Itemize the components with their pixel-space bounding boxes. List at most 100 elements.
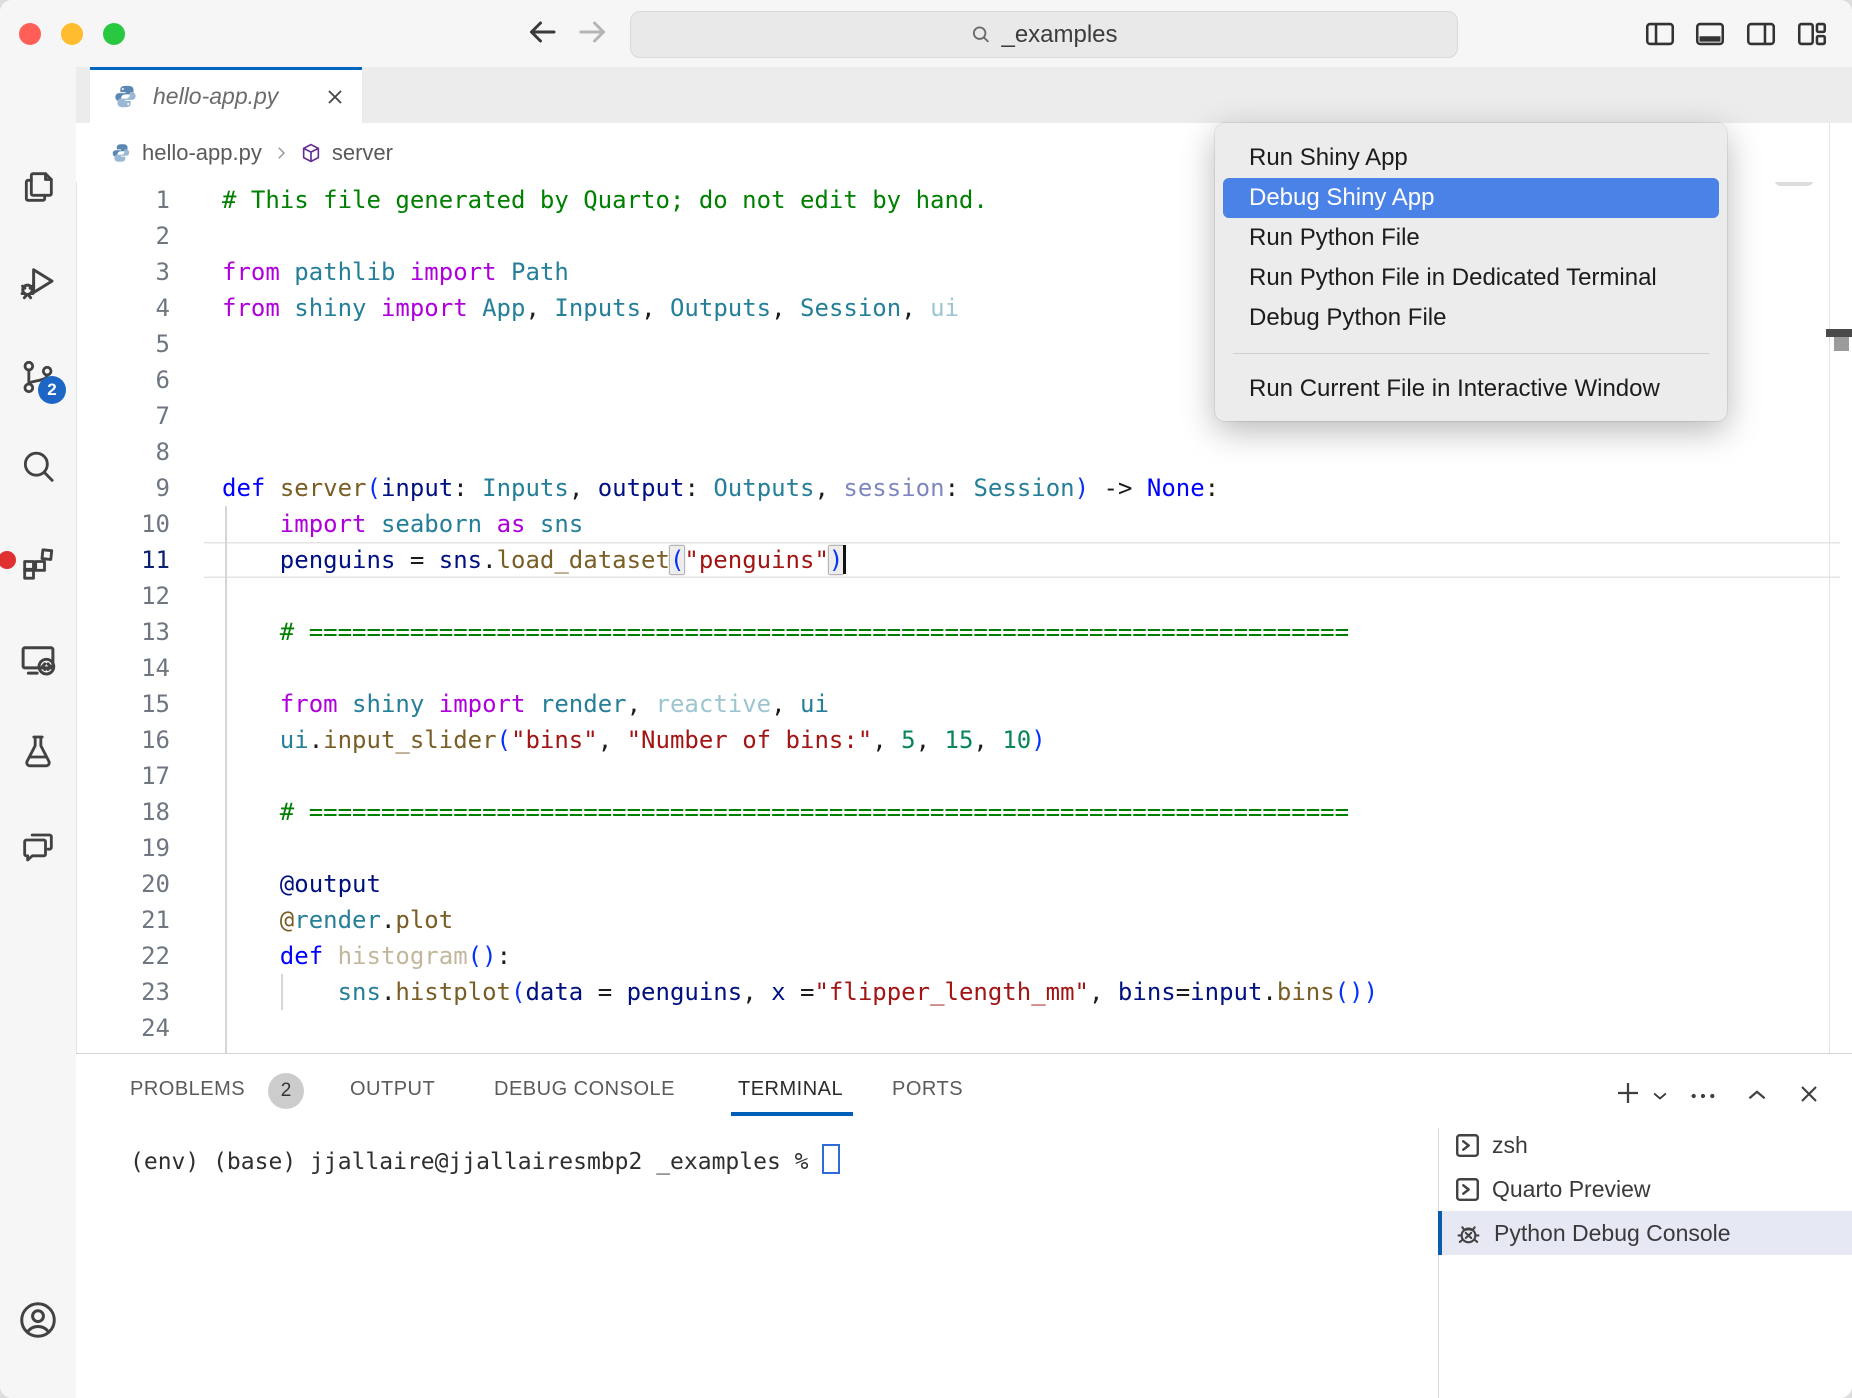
- activity-bar-item-source-control[interactable]: 2: [16, 355, 60, 399]
- code-line-16[interactable]: 16 ui.input_slider("bins", "Number of bi…: [76, 722, 1852, 758]
- code-line-text: [204, 578, 1840, 614]
- panel-tab-problems[interactable]: PROBLEMS: [130, 1078, 245, 1101]
- symbol-icon: [300, 142, 322, 164]
- code-line-9[interactable]: 9def server(input: Inputs, output: Outpu…: [76, 470, 1852, 506]
- toggle-panel-icon[interactable]: [1693, 17, 1727, 51]
- tab-hello-app-py[interactable]: hello-app.py: [90, 67, 362, 123]
- toggle-primary-sidebar-icon[interactable]: [1643, 17, 1677, 51]
- activity-bar-item-remote-explorer[interactable]: [16, 638, 60, 682]
- panel-tab-terminal[interactable]: TERMINAL: [738, 1078, 843, 1101]
- line-number-5[interactable]: 5: [76, 326, 170, 362]
- line-number-22[interactable]: 22: [76, 938, 170, 974]
- line-number-21[interactable]: 21: [76, 902, 170, 938]
- line-number-13[interactable]: 13: [76, 614, 170, 650]
- code-line-23[interactable]: 23 sns.histplot(data = penguins, x ="fli…: [76, 974, 1852, 1010]
- panel-tab-ports[interactable]: PORTS: [892, 1078, 963, 1101]
- menu-item-debug-shiny-app[interactable]: Debug Shiny App: [1223, 178, 1719, 218]
- editor-scrollbar-track[interactable]: [1829, 123, 1830, 1053]
- code-line-19[interactable]: 19: [76, 830, 1852, 866]
- line-number-23[interactable]: 23: [76, 974, 170, 1010]
- menu-item-debug-python-file[interactable]: Debug Python File: [1223, 298, 1719, 338]
- line-number-10[interactable]: 10: [76, 506, 170, 542]
- close-window-button[interactable]: [19, 23, 41, 45]
- indent-guide: [281, 974, 283, 1010]
- maximize-panel-chevron-up-icon[interactable]: [1744, 1082, 1770, 1108]
- code-line-12[interactable]: 12: [76, 578, 1852, 614]
- activity-bar-item-run-and-debug[interactable]: [16, 260, 60, 304]
- line-number-18[interactable]: 18: [76, 794, 170, 830]
- new-terminal-plus-icon[interactable]: [1613, 1078, 1643, 1108]
- code-line-11[interactable]: 11 penguins = sns.load_dataset("penguins…: [76, 542, 1852, 578]
- activity-bar-item-extensions[interactable]: [16, 542, 60, 586]
- activity-bar-item-testing[interactable]: [16, 730, 60, 774]
- line-number-6[interactable]: 6: [76, 362, 170, 398]
- code-line-13[interactable]: 13 # ===================================…: [76, 614, 1852, 650]
- close-panel-icon[interactable]: [1795, 1080, 1823, 1108]
- problems-count-badge: 2: [268, 1073, 304, 1109]
- code-line-17[interactable]: 17: [76, 758, 1852, 794]
- menu-item-run-python-file[interactable]: Run Python File: [1223, 218, 1719, 258]
- line-number-2[interactable]: 2: [76, 218, 170, 254]
- command-center-search[interactable]: _examples: [630, 11, 1458, 58]
- activity-bar-item-search[interactable]: [16, 445, 60, 489]
- panel-more-actions-icon[interactable]: [1687, 1080, 1719, 1112]
- terminal-instance-quarto-preview[interactable]: Quarto Preview: [1439, 1167, 1852, 1211]
- breadcrumb-symbol[interactable]: server: [332, 140, 393, 166]
- line-number-4[interactable]: 4: [76, 290, 170, 326]
- bug-icon: [1453, 1218, 1484, 1249]
- terminal-profile-chevron-icon[interactable]: [1650, 1086, 1670, 1106]
- terminal-cursor: [822, 1144, 840, 1174]
- scrollbar-thumb[interactable]: [1834, 337, 1849, 351]
- search-text: _examples: [1001, 21, 1117, 49]
- activity-bar-item-explorer[interactable]: [16, 165, 60, 209]
- line-number-3[interactable]: 3: [76, 254, 170, 290]
- code-line-8[interactable]: 8: [76, 434, 1852, 470]
- line-number-9[interactable]: 9: [76, 470, 170, 506]
- panel-tab-output[interactable]: OUTPUT: [350, 1078, 435, 1101]
- terminal-instance-python-debug-console[interactable]: Python Debug Console: [1439, 1211, 1852, 1255]
- breadcrumb-file[interactable]: hello-app.py: [142, 140, 262, 166]
- customize-layout-icon[interactable]: [1795, 17, 1829, 51]
- line-number-19[interactable]: 19: [76, 830, 170, 866]
- terminal-prompt[interactable]: (env) (base) jjallaire@jjallairesmbp2 _e…: [130, 1144, 840, 1174]
- line-number-16[interactable]: 16: [76, 722, 170, 758]
- chevron-right-icon: [272, 144, 290, 162]
- code-line-24[interactable]: 24: [76, 1010, 1852, 1046]
- line-number-15[interactable]: 15: [76, 686, 170, 722]
- code-line-15[interactable]: 15 from shiny import render, reactive, u…: [76, 686, 1852, 722]
- overview-ruler-marker: [1826, 329, 1852, 337]
- minimize-window-button[interactable]: [61, 23, 83, 45]
- menu-item-run-python-file-in-dedicated-terminal[interactable]: Run Python File in Dedicated Terminal: [1223, 258, 1719, 298]
- line-number-7[interactable]: 7: [76, 398, 170, 434]
- back-arrow-button[interactable]: [524, 14, 560, 50]
- code-line-18[interactable]: 18 # ===================================…: [76, 794, 1852, 830]
- activity-bar-item-account[interactable]: [16, 1298, 60, 1342]
- zoom-window-button[interactable]: [103, 23, 125, 45]
- line-number-14[interactable]: 14: [76, 650, 170, 686]
- line-number-20[interactable]: 20: [76, 866, 170, 902]
- code-line-22[interactable]: 22 def histogram():: [76, 938, 1852, 974]
- line-number-12[interactable]: 12: [76, 578, 170, 614]
- menu-item-run-shiny-app[interactable]: Run Shiny App: [1223, 138, 1719, 178]
- code-line-20[interactable]: 20 @output: [76, 866, 1852, 902]
- code-line-21[interactable]: 21 @render.plot: [76, 902, 1852, 938]
- terminal-instance-zsh[interactable]: zsh: [1439, 1123, 1852, 1167]
- activity-bar-item-comments[interactable]: [16, 823, 60, 867]
- code-line-text: [204, 1010, 1840, 1046]
- forward-arrow-button[interactable]: [575, 14, 611, 50]
- close-tab-icon[interactable]: [322, 84, 348, 110]
- code-line-text: ui.input_slider("bins", "Number of bins:…: [204, 722, 1840, 758]
- line-number-24[interactable]: 24: [76, 1010, 170, 1046]
- terminal-instance-label: zsh: [1492, 1132, 1528, 1159]
- terminal-prompt-text: (env) (base) jjallaire@jjallairesmbp2 _e…: [130, 1149, 822, 1175]
- line-number-17[interactable]: 17: [76, 758, 170, 794]
- line-number-8[interactable]: 8: [76, 434, 170, 470]
- menu-item-run-current-file-in-interactive-window[interactable]: Run Current File in Interactive Window: [1223, 369, 1719, 409]
- line-number-1[interactable]: 1: [76, 182, 170, 218]
- code-line-10[interactable]: 10 import seaborn as sns: [76, 506, 1852, 542]
- terminal-instance-label: Python Debug Console: [1494, 1220, 1731, 1247]
- code-line-14[interactable]: 14: [76, 650, 1852, 686]
- panel-tab-debug-console[interactable]: DEBUG CONSOLE: [494, 1078, 675, 1101]
- toggle-secondary-sidebar-icon[interactable]: [1744, 17, 1778, 51]
- line-number-11[interactable]: 11: [76, 542, 170, 578]
